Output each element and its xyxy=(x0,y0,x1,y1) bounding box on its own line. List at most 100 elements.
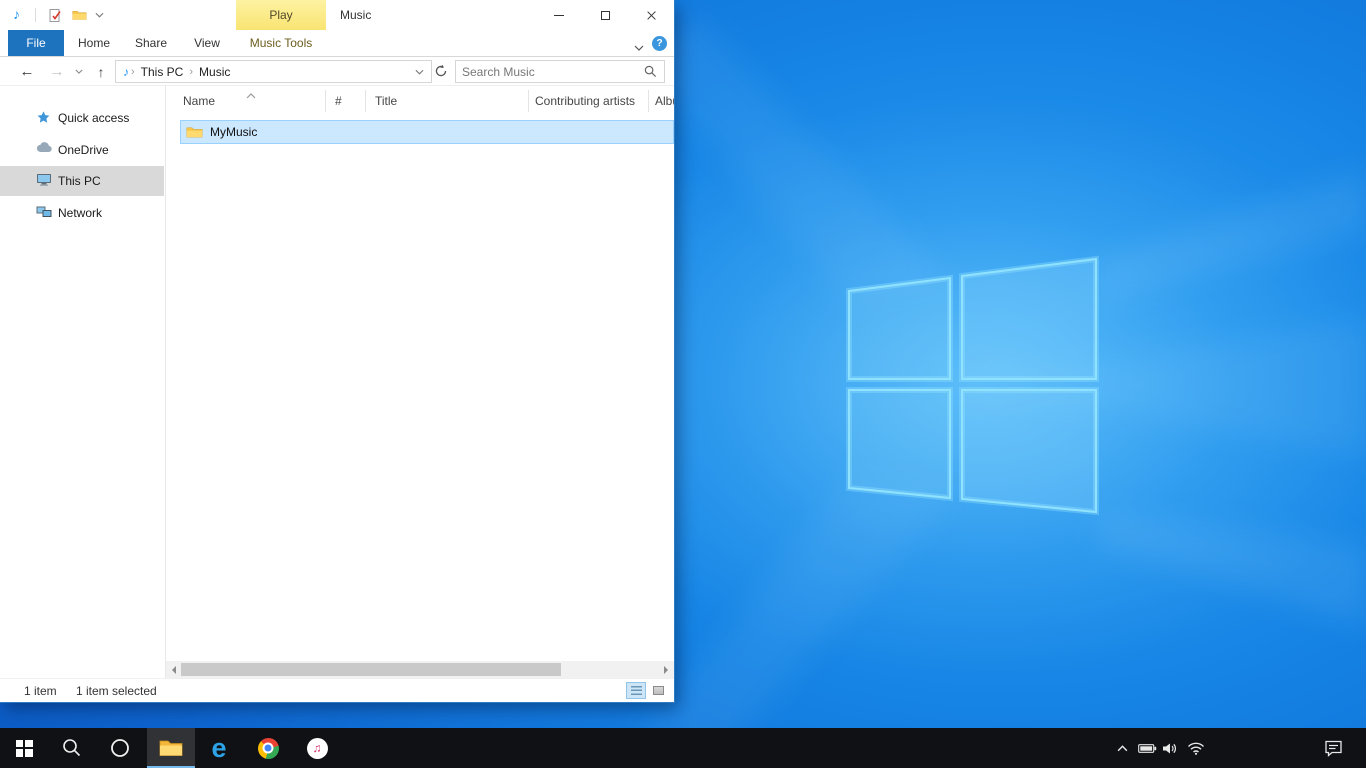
file-name: MyMusic xyxy=(210,125,257,139)
view-toggles xyxy=(626,682,668,699)
close-icon xyxy=(646,10,657,21)
column-headers: Name # Title Contributing artists Album xyxy=(166,86,674,116)
qat-properties-button[interactable] xyxy=(46,7,64,23)
edge-button[interactable]: e xyxy=(195,728,243,768)
address-dropdown-chevron-icon[interactable] xyxy=(415,69,424,75)
search-input[interactable] xyxy=(456,65,644,79)
action-center-button[interactable] xyxy=(1312,728,1354,768)
this-pc-computer-icon xyxy=(36,173,52,189)
column-header-name[interactable]: Name xyxy=(183,94,215,108)
desktop: ♪ Play Music xyxy=(0,0,1366,768)
address-bar[interactable]: ♪ › This PC › Music xyxy=(115,60,432,83)
chrome-button[interactable] xyxy=(244,728,292,768)
window-title: Music xyxy=(340,0,371,30)
contextual-tab-play[interactable]: Play xyxy=(236,0,326,30)
ribbon-tab-home[interactable]: Home xyxy=(72,30,116,56)
ribbon-tab-music-tools[interactable]: Music Tools xyxy=(236,30,326,56)
scroll-thumb[interactable] xyxy=(181,663,561,676)
recent-locations-chevron-icon[interactable] xyxy=(72,57,86,86)
tray-expand-button[interactable] xyxy=(1112,728,1132,768)
sidebar-item-network[interactable]: Network xyxy=(0,198,164,228)
sidebar-item-this-pc[interactable]: This PC xyxy=(0,166,164,196)
wifi-icon xyxy=(1187,742,1205,755)
right-triangle-icon xyxy=(664,666,672,674)
status-item-count: 1 item xyxy=(24,684,57,698)
thumbnail-view-icon xyxy=(653,686,664,695)
search-icon xyxy=(62,738,82,758)
column-header-contributing-artists[interactable]: Contributing artists xyxy=(535,94,635,108)
back-button[interactable]: ← xyxy=(16,57,38,86)
volume-tray-button[interactable] xyxy=(1160,728,1180,768)
start-button[interactable] xyxy=(0,728,48,768)
forward-button[interactable]: → xyxy=(46,57,68,86)
new-folder-icon xyxy=(72,9,87,21)
qat-new-folder-button[interactable] xyxy=(70,7,88,23)
maximize-button[interactable] xyxy=(582,0,628,30)
sidebar-item-quick-access[interactable]: Quick access xyxy=(0,103,164,133)
sidebar-item-label: Network xyxy=(58,206,102,220)
cortana-button[interactable] xyxy=(96,728,144,768)
column-header-title[interactable]: Title xyxy=(375,94,397,108)
help-button[interactable]: ? xyxy=(652,36,667,51)
network-tray-button[interactable] xyxy=(1184,728,1208,768)
edge-icon: e xyxy=(211,735,226,762)
windows-logo-icon xyxy=(16,740,33,757)
refresh-button[interactable] xyxy=(434,64,448,81)
navigation-bar: ← → ↑ ♪ › This PC › Music xyxy=(0,57,674,86)
ribbon-tab-view[interactable]: View xyxy=(186,30,228,56)
action-center-icon xyxy=(1324,740,1343,757)
status-selection-count: 1 item selected xyxy=(76,684,157,698)
titlebar[interactable]: ♪ Play Music xyxy=(0,0,674,30)
address-location-icon: ♪ xyxy=(123,65,129,79)
itunes-button[interactable]: ♫ xyxy=(293,728,341,768)
file-explorer-taskbar-button[interactable] xyxy=(147,728,195,768)
quick-access-star-icon xyxy=(36,110,52,126)
details-view-button[interactable] xyxy=(626,682,646,699)
search-box[interactable] xyxy=(455,60,665,83)
search-icon[interactable] xyxy=(644,65,657,78)
sidebar-item-label: This PC xyxy=(58,174,101,188)
file-list-pane: Name # Title Contributing artists Album … xyxy=(166,86,674,661)
horizontal-scrollbar[interactable] xyxy=(166,661,674,678)
titlebar-separator xyxy=(35,8,36,22)
column-separator[interactable] xyxy=(528,90,529,112)
sidebar-item-label: Quick access xyxy=(58,111,129,125)
breadcrumb-this-pc[interactable]: This PC xyxy=(135,65,190,79)
minimize-icon xyxy=(554,15,564,16)
column-separator[interactable] xyxy=(325,90,326,112)
taskbar: e ♫ xyxy=(0,728,1366,768)
details-view-icon xyxy=(631,686,642,695)
ribbon-tab-file[interactable]: File xyxy=(8,30,64,56)
column-header-number[interactable]: # xyxy=(335,94,342,108)
thumbnail-view-button[interactable] xyxy=(648,682,668,699)
column-header-album[interactable]: Album xyxy=(655,94,674,108)
sidebar-item-label: OneDrive xyxy=(58,143,109,157)
ribbon-tab-share[interactable]: Share xyxy=(128,30,174,56)
minimize-button[interactable] xyxy=(536,0,582,30)
ribbon-expand-chevron-icon[interactable] xyxy=(634,40,644,54)
file-row[interactable]: MyMusic xyxy=(180,120,674,144)
up-button[interactable]: ↑ xyxy=(90,57,112,86)
breadcrumb-music[interactable]: Music xyxy=(193,65,236,79)
battery-tray-button[interactable] xyxy=(1136,728,1158,768)
music-app-icon: ♪ xyxy=(13,6,20,22)
column-separator[interactable] xyxy=(365,90,366,112)
file-explorer-icon xyxy=(159,738,183,757)
column-separator[interactable] xyxy=(648,90,649,112)
folder-icon xyxy=(186,125,203,139)
cortana-circle-icon xyxy=(110,738,130,758)
battery-icon xyxy=(1138,743,1157,754)
scroll-right-arrow[interactable] xyxy=(659,661,674,678)
volume-icon xyxy=(1162,742,1178,755)
scroll-left-arrow[interactable] xyxy=(166,661,181,678)
network-icon xyxy=(36,205,52,221)
tray-expand-chevron-icon xyxy=(1117,745,1128,752)
qat-customize-chevron-icon[interactable] xyxy=(90,7,108,23)
onedrive-cloud-icon xyxy=(36,142,52,158)
music-note-icon: ♫ xyxy=(307,738,328,759)
close-button[interactable] xyxy=(628,0,674,30)
taskbar-search-button[interactable] xyxy=(48,728,96,768)
sort-ascending-caret-icon xyxy=(246,88,256,102)
ribbon-tabs: File Home Share View Music Tools ? xyxy=(0,30,674,57)
sidebar-item-onedrive[interactable]: OneDrive xyxy=(0,135,164,165)
